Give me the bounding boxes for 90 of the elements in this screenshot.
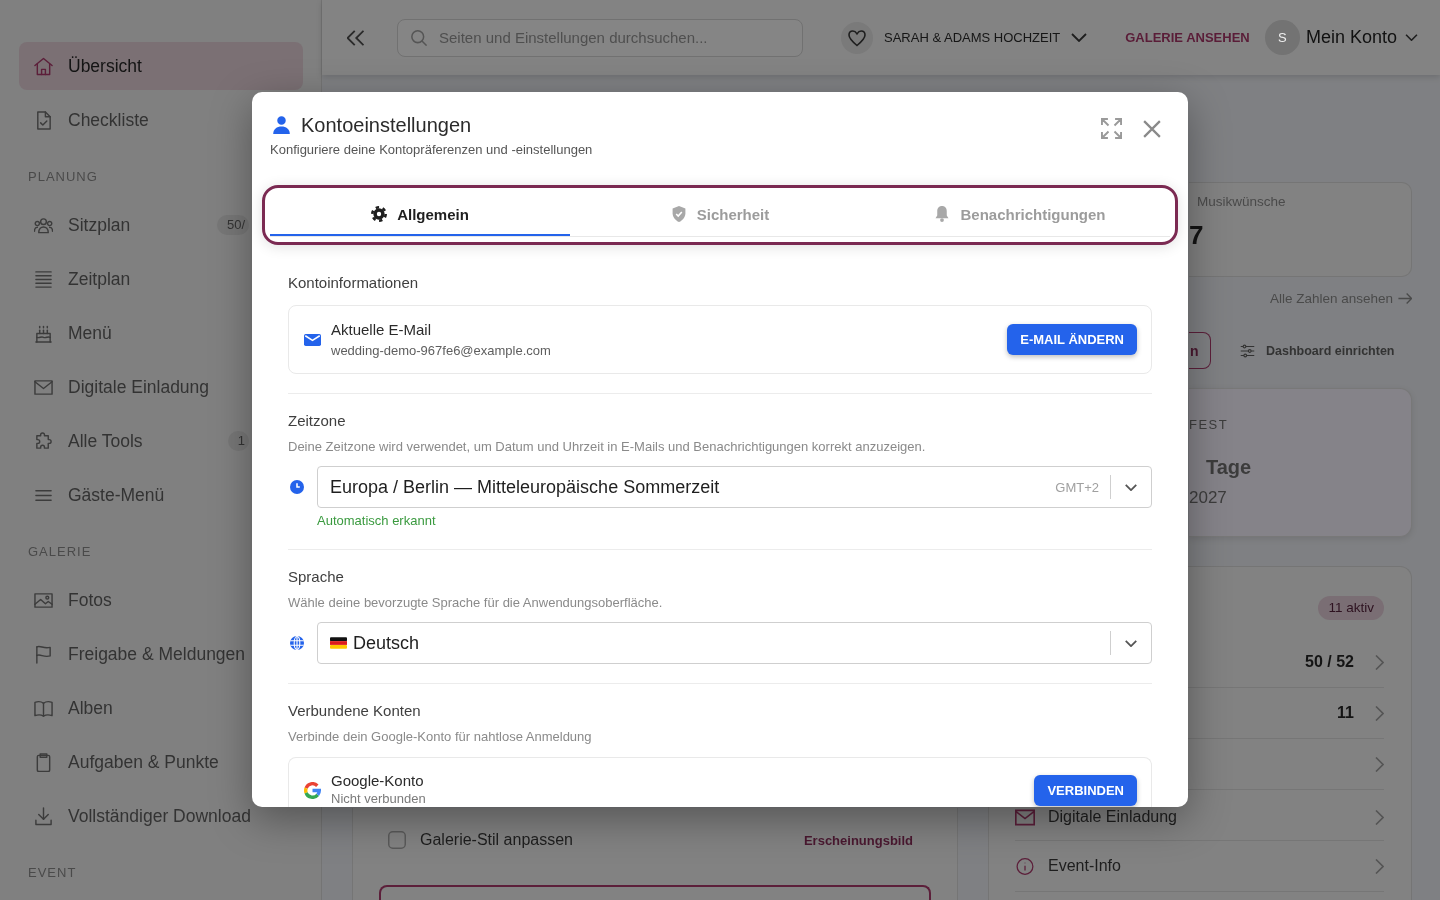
google-icon — [304, 782, 321, 799]
overview-count: 50 / 52 — [1305, 653, 1354, 671]
envelope-icon — [34, 377, 53, 397]
email-address: wedding-demo-967fe6@example.com — [331, 341, 551, 360]
puzzle-icon — [34, 431, 53, 451]
section-heading: Verbundene Konten — [288, 701, 422, 721]
count-badge: 1 — [227, 431, 249, 451]
account-menu[interactable]: S Mein Konto — [1264, 20, 1418, 55]
sliders-icon — [1240, 343, 1255, 358]
chevron-down-icon — [1071, 33, 1088, 42]
chevron-right-icon[interactable] — [1375, 809, 1384, 825]
chevron-right-icon[interactable] — [1375, 858, 1384, 874]
nav-item[interactable]: Übersicht — [19, 42, 303, 90]
globe-icon — [290, 636, 304, 650]
connect-button[interactable]: VERBINDEN — [1034, 775, 1137, 806]
gear-icon — [371, 206, 388, 222]
shield-icon — [670, 206, 687, 222]
user-avatar: S — [1264, 20, 1300, 55]
nav-item[interactable]: Freigabe & Meldungen — [19, 630, 303, 678]
outline-button[interactable]: n — [1189, 332, 1211, 369]
clipboard-icon — [34, 752, 53, 772]
nav-item[interactable]: Gäste-Menü — [19, 471, 303, 519]
document-icon — [34, 110, 53, 130]
bell-icon — [934, 206, 951, 222]
count-badge: 50/ — [216, 215, 249, 235]
chevron-right-icon[interactable] — [1375, 756, 1384, 772]
status-badge: 11 aktiv — [1318, 596, 1384, 620]
section-heading: Sprache — [288, 567, 345, 587]
nav-item[interactable]: Checkliste — [19, 96, 303, 144]
flag-icon — [34, 644, 53, 664]
clock-icon — [290, 480, 304, 494]
collapse-icon[interactable] — [347, 29, 364, 46]
info-icon — [1015, 857, 1035, 875]
countdown-unit: Tage — [1206, 455, 1253, 480]
overview-link[interactable]: Event-Info — [1048, 857, 1121, 875]
timezone-select[interactable]: Europa / Berlin — Mitteleuropäische Sommerzeit GMT+2 — [317, 466, 1152, 508]
outline-button[interactable] — [379, 885, 931, 900]
download-icon — [34, 806, 53, 826]
nav-item[interactable]: Vollständiger Download — [19, 792, 303, 840]
stat-label: Musikwünsche — [1197, 193, 1287, 211]
expand-icon[interactable] — [1101, 118, 1122, 139]
overview-link[interactable]: Digitale Einladung — [1048, 808, 1177, 826]
language-select[interactable]: Deutsch — [317, 622, 1152, 664]
tab[interactable]: Sicherheit — [570, 188, 870, 236]
section-description: Deine Zeitzone wird verwendet, um Datum und Uhrzeit in E-Mails und Benachrichtigungen korrekt anzuzeigen. — [288, 438, 927, 456]
section-description: Wähle deine bevorzugte Sprache für die Anwendungsoberfläche. — [288, 594, 664, 612]
envelope-icon — [304, 333, 321, 346]
countdown-date: 2027 — [1189, 488, 1228, 508]
dashboard-setup-button[interactable]: Dashboard einrichten — [1240, 343, 1395, 358]
tab[interactable]: Benachrichtigungen — [870, 188, 1170, 236]
chevron-down-icon — [1125, 639, 1137, 647]
category-label: Erscheinungsbild — [803, 832, 913, 848]
chevron-down-icon — [1125, 483, 1137, 491]
section-heading: Zeitzone — [288, 411, 347, 431]
image-icon — [34, 590, 53, 610]
book-icon — [34, 698, 53, 718]
tab[interactable]: Allgemein — [270, 188, 570, 236]
connection-status: Nicht verbunden — [331, 791, 426, 807]
all-stats-link[interactable]: Alle Zahlen ansehen — [1269, 289, 1412, 307]
detection-note: Automatisch erkannt — [316, 512, 437, 530]
timezone-offset: GMT+2 — [1055, 479, 1099, 495]
list-icon — [34, 269, 53, 289]
gallery-link[interactable]: GALERIE ANSEHEN — [1125, 30, 1250, 45]
search-icon — [411, 29, 427, 46]
checkbox[interactable] — [388, 831, 406, 849]
arrow-right-icon — [1398, 292, 1412, 304]
overview-count: 11 — [1337, 704, 1354, 722]
chevron-right-icon[interactable] — [1375, 654, 1384, 670]
event-selector[interactable]: SARAH & ADAMS HOCHZEIT — [841, 21, 1088, 54]
card-title: Google-Konto — [331, 771, 425, 791]
person-icon — [273, 116, 290, 134]
cake-icon — [34, 323, 53, 343]
countdown-label: FEST — [1189, 416, 1230, 434]
chevron-right-icon[interactable] — [1375, 705, 1384, 721]
dialog-title: Kontoeinstellungen — [301, 113, 472, 138]
chevron-down-icon — [1405, 34, 1418, 41]
close-icon[interactable] — [1143, 119, 1161, 138]
card-title: Aktuelle E-Mail — [331, 319, 433, 340]
section-description: Verbinde dein Google-Konto für nahtlose Anmeldung — [288, 728, 593, 746]
flag-icon — [330, 637, 347, 649]
section-heading: Kontoinformationen — [288, 273, 420, 293]
dialog-subtitle: Konfiguriere deine Kontopräferenzen und -einstellungen — [270, 141, 594, 159]
stat-value: 7 — [1189, 220, 1205, 250]
nav-item[interactable]: Menü — [19, 309, 303, 357]
nav-item[interactable]: Digitale Einladung — [19, 363, 303, 411]
people-icon — [34, 215, 53, 235]
change-email-button[interactable]: E-MAIL ÄNDERN — [1007, 324, 1137, 355]
home-icon — [34, 56, 53, 76]
task-label: Galerie-Stil anpassen — [420, 831, 573, 849]
envelope-icon — [1015, 808, 1035, 826]
